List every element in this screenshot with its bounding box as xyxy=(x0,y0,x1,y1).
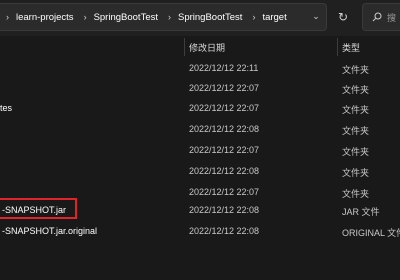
file-row[interactable]: tes 2022/12/12 22:07 文件夹 xyxy=(0,99,400,119)
file-date: 2022/12/12 22:08 xyxy=(189,226,260,236)
file-date: 2022/12/12 22:07 xyxy=(189,187,260,197)
breadcrumb-separator-icon: › xyxy=(252,12,256,22)
breadcrumb-item[interactable]: › learn-projects xyxy=(2,12,74,23)
file-type: 文件夹 xyxy=(342,168,370,178)
breadcrumb-item[interactable]: › SpringBootTest xyxy=(80,12,158,23)
breadcrumb-separator-icon: › xyxy=(83,12,87,22)
file-name: -SNAPSHOT.jar.original xyxy=(2,226,98,236)
file-date: 2022/12/12 22:11 xyxy=(189,63,259,73)
breadcrumb-label: SpringBootTest xyxy=(178,11,243,23)
file-type: ORIGINAL 文件 xyxy=(342,228,400,238)
address-bar-area: › learn-projects › SpringBootTest › Spri… xyxy=(0,0,400,36)
search-input[interactable]: 搜 xyxy=(362,3,400,31)
breadcrumb-item[interactable]: › SpringBootTest xyxy=(164,12,242,23)
chevron-down-icon[interactable]: ⌄ xyxy=(310,10,322,22)
file-type: 文件夹 xyxy=(342,126,370,136)
column-header-row: 修改日期 类型 xyxy=(0,38,400,56)
file-row[interactable]: 2022/12/12 22:08 文件夹 xyxy=(0,162,400,182)
file-date: 2022/12/12 22:08 xyxy=(189,166,260,176)
file-type: 文件夹 xyxy=(342,147,370,157)
file-row[interactable]: 2022/12/12 22:08 文件夹 xyxy=(0,120,400,140)
column-header-type[interactable]: 类型 xyxy=(342,41,360,54)
file-name: tes xyxy=(0,103,13,113)
address-bar[interactable]: › learn-projects › SpringBootTest › Spri… xyxy=(0,3,327,31)
file-row[interactable]: 2022/12/12 22:11 文件夹 xyxy=(0,59,400,79)
file-date: 2022/12/12 22:08 xyxy=(189,124,260,134)
breadcrumb-item[interactable]: › target xyxy=(248,12,286,23)
breadcrumb-separator-icon: › xyxy=(6,12,9,22)
column-divider[interactable] xyxy=(184,38,185,56)
search-placeholder: 搜 xyxy=(387,12,397,23)
file-row[interactable]: 2022/12/12 22:07 文件夹 xyxy=(0,141,400,161)
file-row[interactable]: 2022/12/12 22:07 文件夹 xyxy=(0,79,400,99)
file-type: 文件夹 xyxy=(342,85,370,95)
file-date: 2022/12/12 22:08 xyxy=(189,205,260,215)
file-type: 文件夹 xyxy=(342,105,370,115)
file-type: JAR 文件 xyxy=(342,207,380,217)
file-date: 2022/12/12 22:07 xyxy=(189,145,260,155)
breadcrumb-label: SpringBootTest xyxy=(93,11,158,23)
search-icon xyxy=(372,12,382,22)
column-divider[interactable] xyxy=(337,38,338,56)
refresh-icon[interactable]: ↻ xyxy=(333,7,353,27)
breadcrumb-separator-icon: › xyxy=(168,12,171,22)
column-header-date[interactable]: 修改日期 xyxy=(189,41,225,54)
file-date: 2022/12/12 22:07 xyxy=(189,103,260,113)
highlight-annotation-box xyxy=(0,198,77,219)
file-type: 文件夹 xyxy=(342,65,370,75)
breadcrumb-label: target xyxy=(262,11,287,23)
file-row[interactable]: -SNAPSHOT.jar.original 2022/12/12 22:08 … xyxy=(0,222,400,242)
file-type: 文件夹 xyxy=(342,189,370,199)
breadcrumb-label: learn-projects xyxy=(16,11,74,23)
file-date: 2022/12/12 22:07 xyxy=(189,83,260,93)
